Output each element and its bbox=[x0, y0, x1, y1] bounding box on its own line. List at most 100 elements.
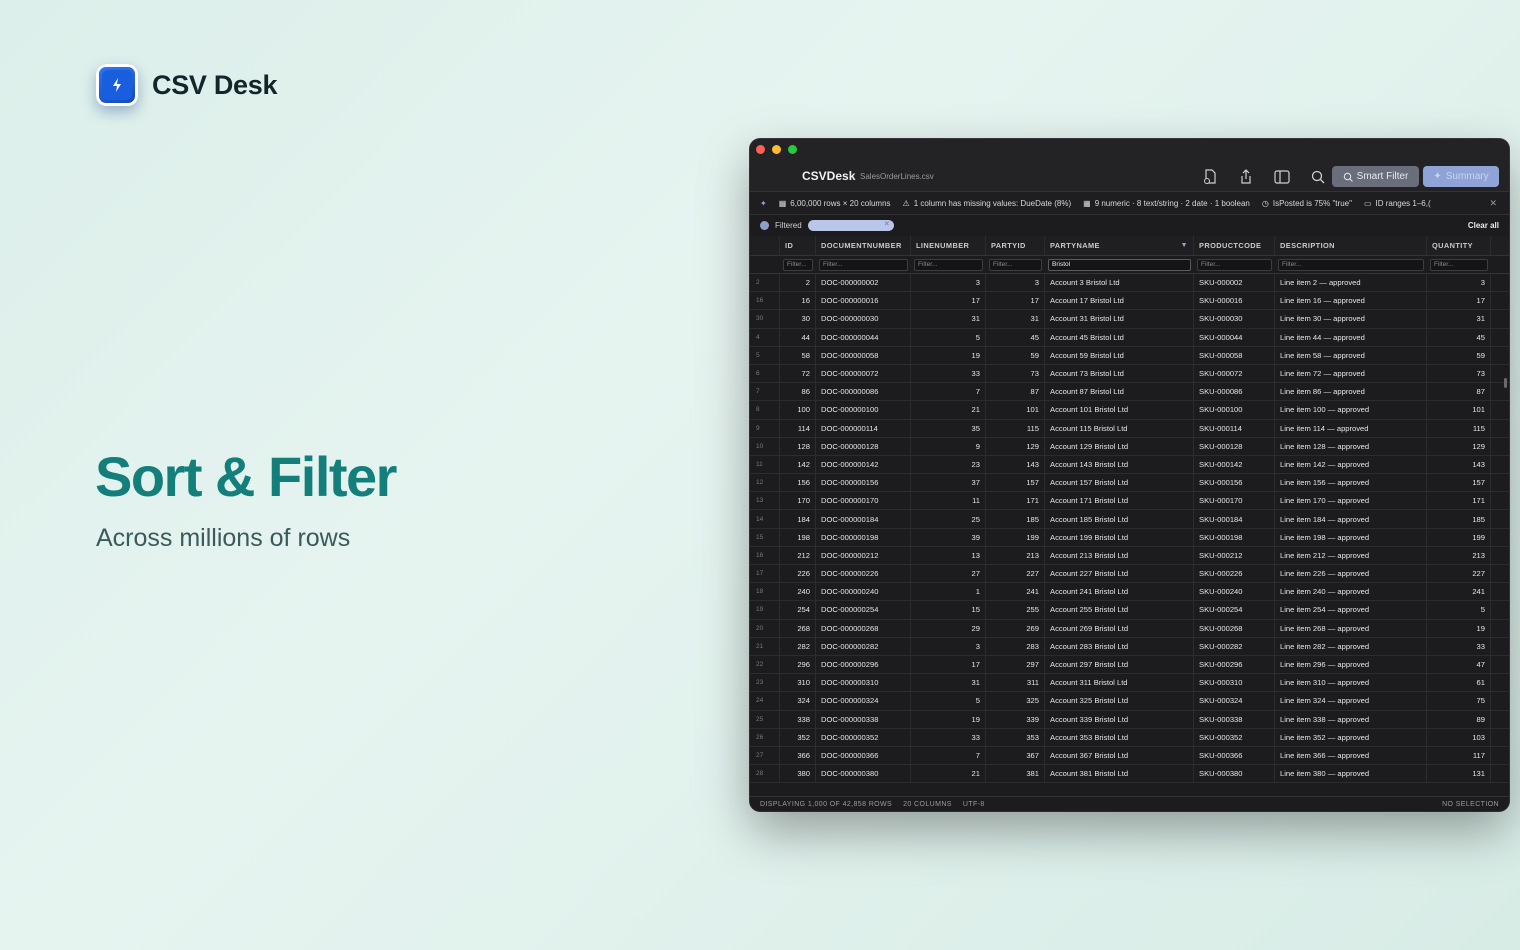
cell-documentnumber[interactable]: DOC-000000380 bbox=[816, 765, 911, 783]
cell-id[interactable]: 156 bbox=[780, 474, 816, 492]
cell-documentnumber[interactable]: DOC-000000142 bbox=[816, 455, 911, 474]
cell-partyid[interactable]: 339 bbox=[986, 710, 1045, 728]
cell-linenumber[interactable]: 7 bbox=[911, 383, 986, 401]
cell-partyname[interactable]: Account 325 Bristol Ltd bbox=[1045, 692, 1194, 710]
cell-id[interactable]: 30 bbox=[780, 310, 816, 328]
cell-description[interactable]: Line item 86 — approved bbox=[1275, 383, 1427, 401]
row-number[interactable]: 10 bbox=[750, 437, 780, 455]
cell-partyid[interactable]: 381 bbox=[986, 765, 1045, 783]
column-header-productcode[interactable]: PRODUCTCODE bbox=[1194, 236, 1275, 255]
cell-description[interactable]: Line item 338 — approved bbox=[1275, 710, 1427, 728]
cell-documentnumber[interactable]: DOC-000000030 bbox=[816, 310, 911, 328]
cell-linenumber[interactable]: 5 bbox=[911, 692, 986, 710]
cell-id[interactable]: 198 bbox=[780, 528, 816, 546]
cell-partyid[interactable]: 227 bbox=[986, 565, 1045, 583]
table-row[interactable]: 24 324 DOC-000000324 5 325 Account 325 Bristo… bbox=[750, 692, 1509, 711]
row-number[interactable]: 25 bbox=[750, 710, 780, 728]
cell-linenumber[interactable]: 13 bbox=[911, 546, 986, 564]
row-number[interactable]: 22 bbox=[750, 655, 780, 674]
cell-productcode[interactable]: SKU-000044 bbox=[1194, 328, 1275, 346]
close-icon[interactable]: ✕ bbox=[1489, 198, 1497, 209]
table-row[interactable]: 7 86 DOC-000000086 7 87 Account 87 Bristol Lt… bbox=[750, 383, 1509, 402]
search-icon[interactable] bbox=[1307, 168, 1329, 186]
cell-productcode[interactable]: SKU-000128 bbox=[1194, 437, 1275, 455]
cell-partyname[interactable]: Account 227 Bristol Ltd bbox=[1045, 565, 1194, 583]
cell-description[interactable]: Line item 380 — approved bbox=[1275, 765, 1427, 783]
cell-partyid[interactable]: 199 bbox=[986, 528, 1045, 546]
cell-description[interactable]: Line item 352 — approved bbox=[1275, 728, 1427, 746]
table-row[interactable]: 27 366 DOC-000000366 7 367 Account 367 Bristo… bbox=[750, 746, 1509, 766]
cell-id[interactable]: 366 bbox=[780, 746, 816, 765]
scrollbar[interactable] bbox=[1504, 378, 1507, 388]
cell-description[interactable]: Line item 184 — approved bbox=[1275, 510, 1427, 528]
cell-linenumber[interactable]: 11 bbox=[911, 492, 986, 510]
row-number[interactable]: 26 bbox=[750, 728, 780, 746]
remove-filter-icon[interactable]: ✕ bbox=[884, 220, 890, 228]
cell-partyid[interactable]: 115 bbox=[986, 419, 1045, 437]
cell-partyid[interactable]: 297 bbox=[986, 655, 1045, 674]
cell-quantity[interactable]: 129 bbox=[1427, 437, 1491, 455]
cell-partyid[interactable]: 87 bbox=[986, 383, 1045, 401]
cell-linenumber[interactable]: 3 bbox=[911, 274, 986, 292]
cell-linenumber[interactable]: 37 bbox=[911, 474, 986, 492]
cell-productcode[interactable]: SKU-000058 bbox=[1194, 346, 1275, 364]
cell-partyname[interactable]: Account 269 Bristol Ltd bbox=[1045, 619, 1194, 637]
cell-productcode[interactable]: SKU-000296 bbox=[1194, 655, 1275, 674]
table-row[interactable]: 12 156 DOC-000000156 37 157 Account 157 Brist… bbox=[750, 474, 1509, 493]
cell-documentnumber[interactable]: DOC-000000338 bbox=[816, 710, 911, 728]
cell-productcode[interactable]: SKU-000338 bbox=[1194, 710, 1275, 728]
cell-description[interactable]: Line item 156 — approved bbox=[1275, 474, 1427, 492]
cell-partyname[interactable]: Account 199 Bristol Ltd bbox=[1045, 528, 1194, 546]
cell-documentnumber[interactable]: DOC-000000296 bbox=[816, 655, 911, 674]
cell-linenumber[interactable]: 7 bbox=[911, 746, 986, 765]
cell-linenumber[interactable]: 19 bbox=[911, 346, 986, 364]
cell-documentnumber[interactable]: DOC-000000198 bbox=[816, 528, 911, 546]
cell-id[interactable]: 338 bbox=[780, 710, 816, 728]
cell-documentnumber[interactable]: DOC-000000002 bbox=[816, 274, 911, 292]
cell-linenumber[interactable]: 25 bbox=[911, 510, 986, 528]
cell-quantity[interactable]: 213 bbox=[1427, 546, 1491, 564]
cell-partyid[interactable]: 325 bbox=[986, 692, 1045, 710]
cell-partyname[interactable]: Account 157 Bristol Ltd bbox=[1045, 474, 1194, 492]
row-number[interactable]: 27 bbox=[750, 746, 780, 765]
cell-documentnumber[interactable]: DOC-000000310 bbox=[816, 674, 911, 692]
table-row[interactable]: 30 30 DOC-000000030 31 31 Account 31 Bristol … bbox=[750, 310, 1509, 329]
table-row[interactable]: 4 44 DOC-000000044 5 45 Account 45 Bristol Lt… bbox=[750, 328, 1509, 347]
cell-partyname[interactable]: Account 3 Bristol Ltd bbox=[1045, 274, 1194, 292]
row-number[interactable]: 21 bbox=[750, 637, 780, 655]
column-header-partyname[interactable]: PARTYNAME ▼ bbox=[1045, 236, 1194, 255]
row-number[interactable]: 28 bbox=[750, 765, 780, 783]
cell-description[interactable]: Line item 170 — approved bbox=[1275, 492, 1427, 510]
cell-partyname[interactable]: Account 143 Bristol Ltd bbox=[1045, 455, 1194, 474]
cell-description[interactable]: Line item 226 — approved bbox=[1275, 565, 1427, 583]
row-number[interactable]: 30 bbox=[750, 310, 780, 328]
cell-id[interactable]: 254 bbox=[780, 601, 816, 619]
cell-partyname[interactable]: Account 129 Bristol Ltd bbox=[1045, 437, 1194, 455]
cell-id[interactable]: 16 bbox=[780, 292, 816, 310]
table-row[interactable]: 25 338 DOC-000000338 19 339 Account 339 Brist… bbox=[750, 710, 1509, 729]
cell-description[interactable]: Line item 58 — approved bbox=[1275, 346, 1427, 364]
row-number[interactable]: 17 bbox=[750, 565, 780, 583]
cell-linenumber[interactable]: 33 bbox=[911, 728, 986, 746]
cell-documentnumber[interactable]: DOC-000000086 bbox=[816, 383, 911, 401]
cell-partyid[interactable]: 171 bbox=[986, 492, 1045, 510]
row-number[interactable]: 24 bbox=[750, 692, 780, 710]
cell-partyid[interactable]: 129 bbox=[986, 437, 1045, 455]
cell-quantity[interactable]: 5 bbox=[1427, 601, 1491, 619]
cell-documentnumber[interactable]: DOC-000000254 bbox=[816, 601, 911, 619]
cell-productcode[interactable]: SKU-000142 bbox=[1194, 455, 1275, 474]
cell-partyname[interactable]: Account 171 Bristol Ltd bbox=[1045, 492, 1194, 510]
cell-quantity[interactable]: 47 bbox=[1427, 655, 1491, 674]
row-number[interactable]: 15 bbox=[750, 528, 780, 546]
row-number[interactable]: 9 bbox=[750, 419, 780, 437]
cell-productcode[interactable]: SKU-000086 bbox=[1194, 383, 1275, 401]
row-number[interactable]: 19 bbox=[750, 601, 780, 619]
cell-quantity[interactable]: 75 bbox=[1427, 692, 1491, 710]
cell-quantity[interactable]: 143 bbox=[1427, 455, 1491, 474]
cell-documentnumber[interactable]: DOC-000000170 bbox=[816, 492, 911, 510]
table-row[interactable]: 20 268 DOC-000000268 29 269 Account 269 Brist… bbox=[750, 619, 1509, 638]
cell-partyid[interactable]: 311 bbox=[986, 674, 1045, 692]
cell-linenumber[interactable]: 39 bbox=[911, 528, 986, 546]
row-number[interactable]: 16 bbox=[750, 546, 780, 564]
cell-id[interactable]: 44 bbox=[780, 328, 816, 346]
